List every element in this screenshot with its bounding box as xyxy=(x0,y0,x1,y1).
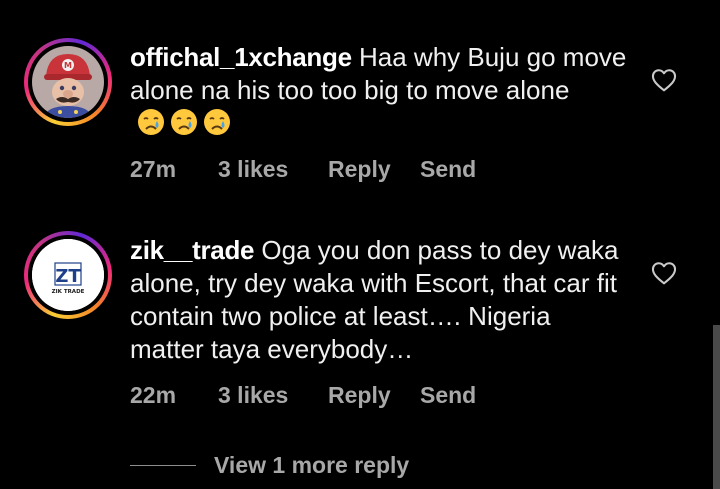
reply-button[interactable]: Reply xyxy=(328,382,420,409)
zik-trade-logo-avatar: ZT ZIK TRADE xyxy=(32,239,104,311)
crying-face-icon xyxy=(171,109,198,135)
heart-outline-icon[interactable] xyxy=(651,261,677,285)
view-more-replies[interactable]: View 1 more reply xyxy=(130,450,409,480)
comment-username[interactable]: offichal_1xchange xyxy=(130,42,352,72)
comment-text-block: zik__trade Oga you don pass to dey waka … xyxy=(130,234,630,366)
comment-username[interactable]: zik__trade xyxy=(130,235,254,265)
svg-text:M: M xyxy=(64,61,72,70)
view-more-replies-label[interactable]: View 1 more reply xyxy=(214,452,409,479)
comment-text-block: offichal_1xchange Haa why Buju go move a… xyxy=(130,41,630,145)
comment-meta: 27m 3 likes Reply Send xyxy=(130,156,476,183)
likes-count[interactable]: 3 likes xyxy=(218,382,328,409)
zik-trade-logo-icon: ZT ZIK TRADE xyxy=(32,239,104,311)
send-button[interactable]: Send xyxy=(420,156,476,183)
heart-outline-icon[interactable] xyxy=(651,68,677,92)
send-button[interactable]: Send xyxy=(420,382,476,409)
reply-button[interactable]: Reply xyxy=(328,156,420,183)
crying-emoji-group xyxy=(136,107,231,145)
svg-text:ZIK TRADE: ZIK TRADE xyxy=(52,289,85,295)
likes-count[interactable]: 3 likes xyxy=(218,156,328,183)
avatar[interactable]: M xyxy=(24,38,112,126)
scrollbar[interactable] xyxy=(713,325,720,489)
crying-face-icon xyxy=(138,109,164,135)
mario-avatar-image: M xyxy=(32,46,104,118)
comment-time: 27m xyxy=(130,156,177,182)
comment-time: 22m xyxy=(130,382,177,408)
svg-text:ZT: ZT xyxy=(55,266,81,287)
crying-face-icon xyxy=(204,109,231,135)
avatar[interactable]: ZT ZIK TRADE xyxy=(24,231,112,319)
divider-line xyxy=(130,464,196,466)
comment-meta: 22m 3 likes Reply Send xyxy=(130,382,476,409)
